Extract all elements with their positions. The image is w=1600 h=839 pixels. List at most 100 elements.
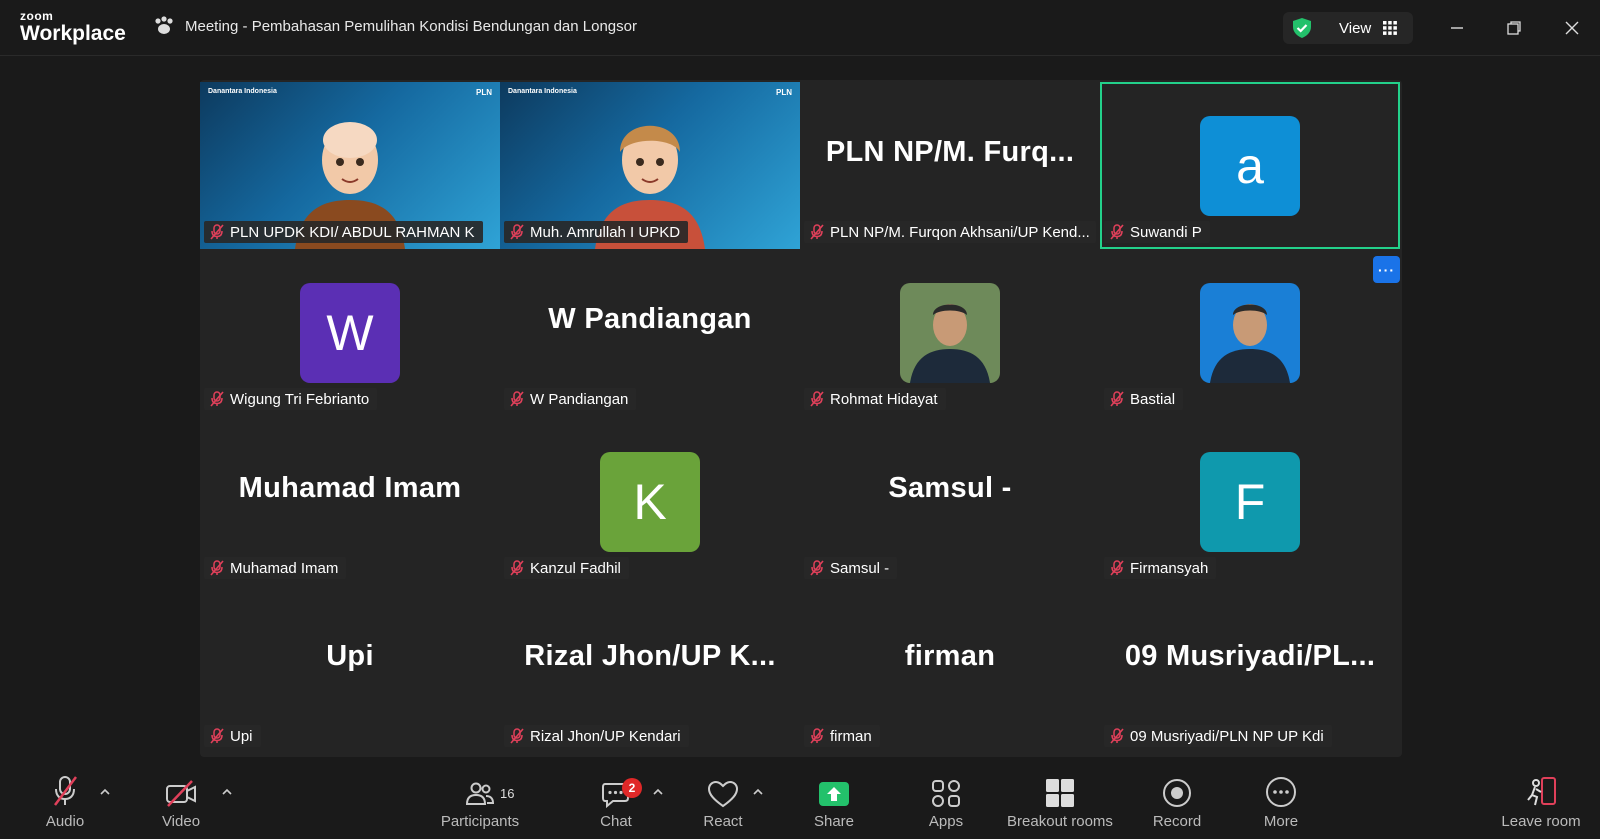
participant-photo (1200, 283, 1300, 383)
audio-label: Audio (45, 813, 85, 830)
participant-name-tag: Firmansyah (1104, 557, 1217, 579)
brand-bottom: Workplace (20, 22, 126, 45)
participant-tile[interactable]: W Wigung Tri Febrianto (200, 249, 500, 416)
participant-name: Bastial (1130, 390, 1176, 408)
breakout-rooms-button[interactable]: Breakout rooms (1000, 766, 1120, 839)
video-options-caret[interactable] (221, 786, 233, 798)
participant-tile[interactable]: Danantara Indonesia PLN PLN UPDK KDI/ ABDU… (200, 82, 500, 249)
participant-display-name: Rizal Jhon/UP K... (524, 639, 776, 672)
brand-top: zoom (20, 9, 54, 23)
participant-tile[interactable]: K Kanzul Fadhil (500, 418, 800, 585)
participant-name-tag: Upi (204, 725, 261, 747)
chat-button[interactable]: Chat (591, 766, 641, 839)
participant-tile[interactable]: 09 Musriyadi/PL... 09 Musriyadi/PLN NP UP… (1100, 586, 1400, 753)
participant-name: Kanzul Fadhil (530, 559, 621, 577)
tile-more-options-button[interactable]: ··· (1373, 256, 1400, 283)
participant-tile[interactable]: firman firman (800, 586, 1100, 753)
share-button[interactable]: Share (809, 766, 859, 839)
view-button[interactable]: View (1283, 12, 1413, 44)
participant-tile[interactable]: Danantara Indonesia PLN Muh. Amrullah I UP… (500, 82, 800, 249)
apps-icon (932, 780, 960, 807)
zoom-logo: zoom Workplace (20, 10, 126, 44)
participant-name-tag: Bastial (1104, 388, 1184, 410)
chat-options-caret[interactable] (652, 786, 664, 798)
participants-count: 16 (500, 786, 515, 801)
participant-name-tag: PLN NP/M. Furqon Akhsani/UP Kend... (804, 221, 1096, 243)
participant-name: W Pandiangan (530, 390, 629, 408)
video-off-icon (166, 780, 196, 807)
participant-tile[interactable]: Upi Upi (200, 586, 500, 753)
react-label: React (703, 813, 743, 830)
mic-muted-icon (210, 224, 224, 240)
participant-tile[interactable]: W Pandiangan W Pandiangan (500, 249, 800, 416)
participant-name: PLN NP/M. Furqon Akhsani/UP Kend... (830, 223, 1090, 241)
participant-name: Muh. Amrullah I UPKD (530, 223, 681, 241)
participant-tile[interactable]: PLN NP/M. Furq... PLN NP/M. Furqon Akhsan… (800, 82, 1100, 249)
meeting-title-area: Meeting - Pembahasan Pemulihan Kondisi B… (153, 16, 637, 36)
meeting-title: Meeting - Pembahasan Pemulihan Kondisi B… (185, 17, 637, 35)
participant-tile[interactable]: Muhamad Imam Muhamad Imam (200, 418, 500, 585)
react-options-caret[interactable] (752, 786, 764, 798)
apps-button[interactable]: Apps (921, 766, 971, 839)
participant-name-tag: firman (804, 725, 880, 747)
chat-label: Chat (600, 813, 632, 830)
participant-name: 09 Musriyadi/PLN NP UP Kdi (1130, 727, 1324, 745)
participant-display-name: Samsul - (888, 471, 1012, 504)
participant-name-tag: Rizal Jhon/UP Kendari (504, 725, 689, 747)
mic-muted-icon (1110, 224, 1124, 240)
participant-name-tag: Suwandi P (1104, 221, 1210, 243)
participant-name-tag: Wigung Tri Febrianto (204, 388, 378, 410)
record-label: Record (1152, 813, 1202, 830)
participant-name: Muhamad Imam (230, 559, 339, 577)
mic-muted-icon (54, 776, 77, 806)
mic-muted-icon (510, 728, 524, 744)
record-button[interactable]: Record (1147, 766, 1207, 839)
minimize-icon (1451, 27, 1463, 29)
participant-name: Firmansyah (1130, 559, 1209, 577)
mic-muted-icon (1110, 391, 1124, 407)
close-button[interactable] (1558, 14, 1586, 42)
grid-icon (1383, 21, 1397, 35)
mic-muted-icon (810, 728, 824, 744)
participant-tile[interactable]: Samsul - Samsul - (800, 418, 1100, 585)
react-button[interactable]: React (698, 766, 748, 839)
mic-muted-icon (510, 224, 524, 240)
video-label: Video (161, 813, 201, 830)
participant-name: firman (830, 727, 872, 745)
participant-name-tag: PLN UPDK KDI/ ABDUL RAHMAN K (204, 221, 483, 243)
participant-tile[interactable]: F Firmansyah (1100, 418, 1400, 585)
participants-button[interactable]: Participants (435, 766, 525, 839)
restore-button[interactable] (1500, 14, 1528, 42)
leave-room-button[interactable]: Leave room (1498, 766, 1584, 839)
mic-muted-icon (810, 560, 824, 576)
mic-muted-icon (1110, 560, 1124, 576)
close-icon (1565, 21, 1579, 35)
leave-room-label: Leave room (1501, 813, 1581, 830)
audio-options-caret[interactable] (99, 786, 111, 798)
title-bar: zoom Workplace Meeting - Pembahasan Pemu… (0, 0, 1600, 56)
record-icon (1163, 779, 1191, 807)
shield-check-icon[interactable] (1291, 17, 1313, 39)
share-label: Share (813, 813, 855, 830)
participant-tile[interactable]: Rohmat Hidayat (800, 249, 1100, 416)
participant-name-tag: W Pandiangan (504, 388, 637, 410)
participant-display-name: 09 Musriyadi/PL... (1124, 639, 1376, 672)
participant-avatar: F (1200, 452, 1300, 552)
video-button[interactable]: Video (156, 766, 206, 839)
more-icon (1266, 777, 1296, 807)
minimize-button[interactable] (1443, 14, 1471, 42)
mic-muted-icon (510, 391, 524, 407)
participant-name: Upi (230, 727, 253, 745)
participant-name: Samsul - (830, 559, 890, 577)
chat-unread-badge: 2 (622, 778, 642, 798)
person-silhouette-icon (910, 304, 990, 383)
participant-tile[interactable]: a Suwandi P (1100, 82, 1400, 249)
breakout-icon (1046, 779, 1074, 807)
participant-name-tag: Muh. Amrullah I UPKD (504, 221, 689, 243)
more-button[interactable]: More (1256, 766, 1306, 839)
participant-tile[interactable]: Rizal Jhon/UP K... Rizal Jhon/UP Kendari (500, 586, 800, 753)
audio-button[interactable]: Audio (40, 766, 90, 839)
apps-label: Apps (928, 813, 964, 830)
participant-tile[interactable]: Bastial (1100, 249, 1400, 416)
mic-muted-icon (210, 560, 224, 576)
